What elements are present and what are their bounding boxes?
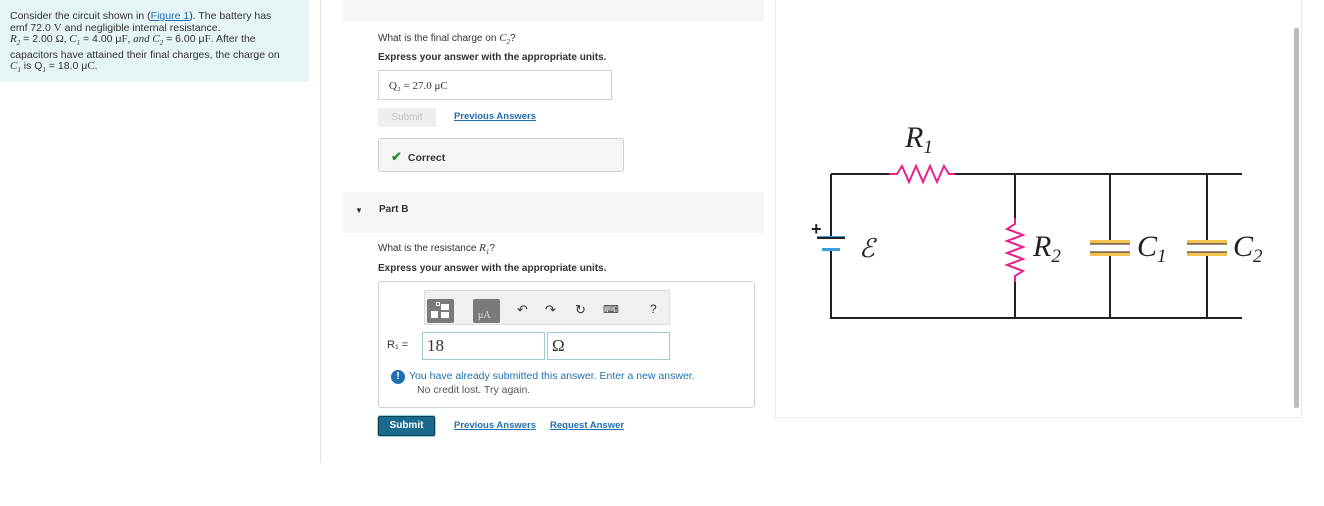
capacitor-c2 (1187, 240, 1227, 256)
part-b-instruction: Express your answer with the appropriate… (378, 263, 607, 274)
keyboard-icon[interactable]: ⌨ (603, 303, 619, 316)
part-b-header[interactable]: ▼ Part B (343, 192, 764, 233)
part-b-previous-answers-link[interactable]: Previous Answers (454, 420, 536, 431)
part-a-header-strip (343, 0, 764, 22)
figure-link[interactable]: Figure 1 (151, 10, 190, 22)
resistor-r2 (1004, 218, 1026, 282)
templates-button[interactable] (427, 299, 454, 323)
request-answer-link[interactable]: Request Answer (550, 420, 624, 431)
r1-variable-label: R₁ = (387, 339, 409, 351)
part-a-answer-display: Q₂ = 27.0 μC (378, 70, 612, 100)
exclamation-icon: ! (391, 370, 405, 384)
part-a-submit-button[interactable]: Submit (378, 108, 436, 127)
resubmit-warning: ! You have already submitted this answer.… (391, 370, 695, 396)
unit-input[interactable]: Ω (547, 332, 670, 360)
circuit-diagram: R1 R2 C1 C2 ℰ + (811, 121, 1263, 319)
label-c2: C2 (1233, 230, 1263, 267)
math-toolbar: μA ↶ ↷ ↻ ⌨ ? (424, 290, 670, 325)
units-button[interactable]: μA (473, 299, 500, 323)
part-b-submit-button[interactable]: Submit (378, 416, 435, 436)
problem-statement: Consider the circuit shown in (Figure 1)… (0, 0, 309, 82)
capacitor-c1 (1090, 240, 1130, 256)
reset-icon[interactable]: ↻ (575, 302, 586, 318)
label-emf: ℰ (859, 234, 877, 263)
label-plus: + (811, 219, 822, 239)
undo-icon[interactable]: ↶ (517, 302, 528, 318)
part-b-question: What is the resistance R1? (378, 242, 495, 257)
collapse-triangle-icon[interactable]: ▼ (355, 206, 363, 215)
value-input[interactable]: 18 (422, 332, 545, 360)
part-a-question: What is the final charge on C2? (378, 32, 516, 47)
part-a-feedback: ✔ Correct (378, 138, 624, 172)
part-a-instruction: Express your answer with the appropriate… (378, 52, 607, 63)
help-icon[interactable]: ? (650, 302, 657, 316)
part-a-previous-answers-link[interactable]: Previous Answers (454, 111, 536, 122)
part-b-label: Part B (379, 204, 409, 215)
column-divider (320, 0, 321, 463)
label-c1: C1 (1137, 230, 1167, 267)
answer-editor: μA ↶ ↷ ↻ ⌨ ? R₁ = 18 Ω ! You have already… (378, 281, 755, 408)
label-r2: R2 (1032, 230, 1061, 267)
resistor-r1 (889, 163, 955, 185)
redo-icon[interactable]: ↷ (545, 302, 556, 318)
label-r1: R1 (904, 121, 933, 158)
check-icon: ✔ (391, 149, 402, 164)
